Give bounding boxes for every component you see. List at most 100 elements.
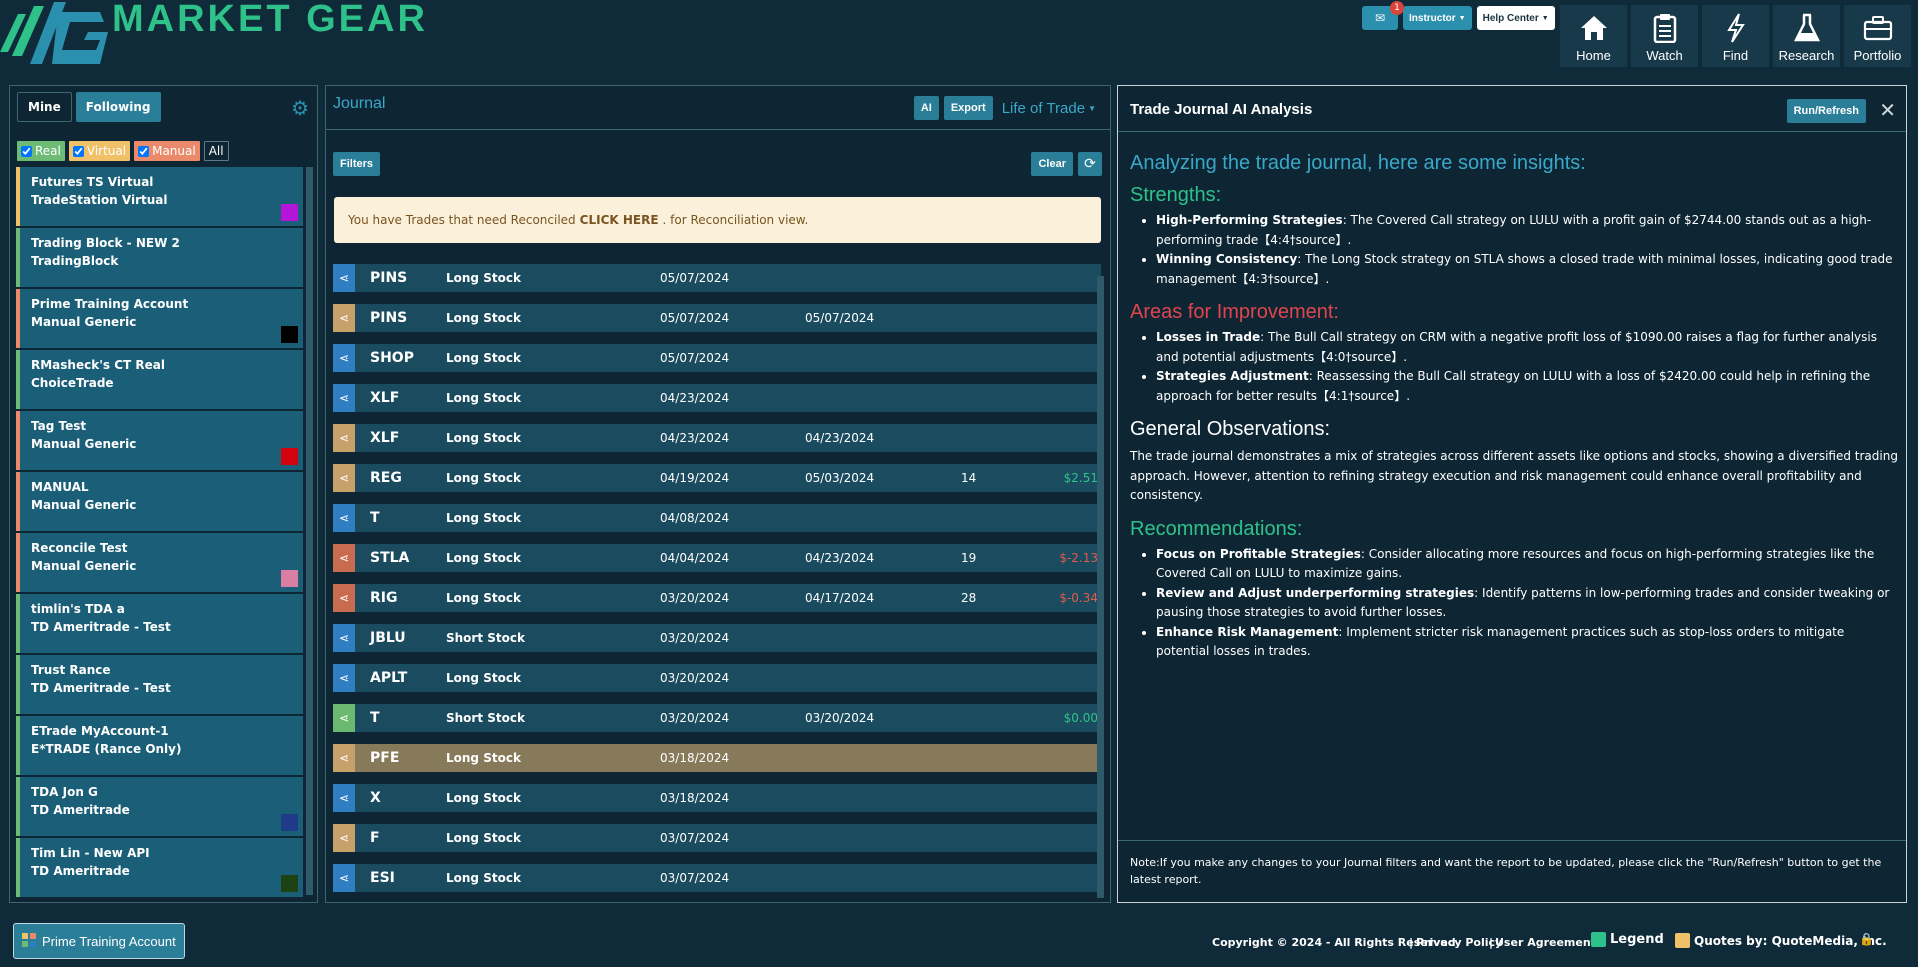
filter-manual[interactable]: Manual (134, 141, 200, 161)
filters-button[interactable]: Filters (333, 152, 381, 176)
filter-all-button[interactable]: All (203, 141, 229, 161)
current-account-button[interactable]: Prime Training Account (13, 923, 185, 959)
export-button[interactable]: Export (943, 96, 993, 120)
gear-icon[interactable]: ⚙ (291, 96, 309, 120)
trade-row[interactable]: ⋖ RIG Long Stock 03/20/2024 04/17/2024 28 $-0.… (333, 584, 1101, 612)
nav-portfolio[interactable]: Portfolio (1844, 5, 1911, 67)
share-icon[interactable]: ⋖ (333, 544, 355, 572)
trade-row[interactable]: ⋖ T Short Stock 03/20/2024 03/20/2024 $0.00 (333, 704, 1101, 732)
share-icon[interactable]: ⋖ (333, 424, 355, 452)
account-item[interactable]: Trading Block - NEW 2 TradingBlock (16, 228, 303, 287)
legend-button[interactable]: Legend (1591, 932, 1664, 947)
filter-real[interactable]: Real (17, 141, 65, 161)
refresh-icon[interactable]: ⟳ (1078, 152, 1102, 176)
trade-row[interactable]: ⋖ APLT Long Stock 03/20/2024 (333, 664, 1101, 692)
account-broker: TD Ameritrade (31, 864, 130, 878)
ai-bullet-title: Winning Consistency (1156, 252, 1298, 266)
account-item[interactable]: RMasheck's CT Real ChoiceTrade (16, 350, 303, 409)
view-dropdown-label: Life of Trade (1001, 99, 1086, 117)
nav-watch[interactable]: Watch (1631, 5, 1698, 67)
briefcase-icon (1863, 12, 1893, 44)
trade-row[interactable]: ⋖ PINS Long Stock 05/07/2024 05/07/2024 (333, 304, 1101, 332)
reconcile-link[interactable]: CLICK HERE (580, 213, 659, 227)
trade-row[interactable]: ⋖ T Long Stock 04/08/2024 (333, 504, 1101, 532)
journal-panel: Journal AI Export Life of Trade ▼ Filter… (325, 85, 1111, 903)
share-icon[interactable]: ⋖ (333, 784, 355, 812)
filter-virtual[interactable]: Virtual (68, 141, 131, 161)
clear-button[interactable]: Clear (1031, 152, 1073, 176)
tab-mine[interactable]: Mine (17, 92, 72, 122)
filter-manual-checkbox[interactable] (138, 145, 150, 157)
instructor-dropdown[interactable]: Instructor ▼ (1403, 6, 1472, 30)
help-center-label: Help Center (1482, 12, 1539, 24)
user-agreement-link[interactable]: User Agreement (1495, 936, 1596, 949)
trade-row[interactable]: ⋖ ESI Long Stock 03/07/2024 (333, 864, 1101, 892)
journal-title: Journal (333, 95, 386, 112)
trade-row[interactable]: ⋖ PFE Long Stock 03/18/2024 (333, 744, 1101, 772)
trade-row[interactable]: ⋖ REG Long Stock 04/19/2024 05/03/2024 14 $2.5… (333, 464, 1101, 492)
trade-row[interactable]: ⋖ X Long Stock 03/18/2024 (333, 784, 1101, 812)
nav-watch-label: Watch (1646, 48, 1683, 63)
share-icon[interactable]: ⋖ (333, 864, 355, 892)
share-icon[interactable]: ⋖ (333, 664, 355, 692)
divider (1118, 131, 1906, 132)
recommendations-list: Focus on Profitable Strategies: Consider… (1156, 545, 1898, 662)
ai-bullet: Focus on Profitable Strategies: Consider… (1156, 545, 1898, 584)
messages-button[interactable]: ✉ 1 (1362, 1, 1404, 30)
account-item[interactable]: Prime Training Account Manual Generic (16, 289, 303, 348)
trade-strategy: Long Stock (446, 471, 521, 485)
account-item[interactable]: TDA Jon G TD Ameritrade (16, 777, 303, 836)
ai-bullet-title: High-Performing Strategies (1156, 213, 1343, 227)
ai-button[interactable]: AI (913, 96, 939, 120)
nav-research[interactable]: Research (1773, 5, 1840, 67)
filter-virtual-checkbox[interactable] (72, 145, 84, 157)
trade-row[interactable]: ⋖ JBLU Short Stock 03/20/2024 (333, 624, 1101, 652)
ai-bullet: High-Performing Strategies: The Covered … (1156, 211, 1898, 250)
account-item[interactable]: timlin's TDA a TD Ameritrade - Test (16, 594, 303, 653)
view-dropdown[interactable]: Life of Trade ▼ (1002, 100, 1096, 117)
run-refresh-button[interactable]: Run/Refresh (1786, 99, 1866, 123)
flask-icon (1793, 12, 1820, 44)
account-item[interactable]: Trust Rance TD Ameritrade - Test (16, 655, 303, 714)
trade-row[interactable]: ⋖ STLA Long Stock 04/04/2024 04/23/2024 19 $-2… (333, 544, 1101, 572)
share-icon[interactable]: ⋖ (333, 824, 355, 852)
account-item[interactable]: Tag Test Manual Generic (16, 411, 303, 470)
tab-following[interactable]: Following (75, 92, 161, 122)
share-icon[interactable]: ⋖ (333, 584, 355, 612)
trade-row[interactable]: ⋖ F Long Stock 03/07/2024 (333, 824, 1101, 852)
market-gear-logo[interactable]: MARKET GEAR (0, 0, 425, 68)
close-icon[interactable]: ✕ (1879, 98, 1896, 122)
trade-row[interactable]: ⋖ PINS Long Stock 05/07/2024 (333, 264, 1101, 292)
share-icon[interactable]: ⋖ (333, 704, 355, 732)
account-type-filters: Real Virtual Manual All (17, 141, 229, 161)
lock-icon[interactable]: 🔒 (1859, 932, 1874, 946)
trade-row[interactable]: ⋖ SHOP Long Stock 05/07/2024 (333, 344, 1101, 372)
share-icon[interactable]: ⋖ (333, 464, 355, 492)
trade-row[interactable]: ⋖ XLF Long Stock 04/23/2024 (333, 384, 1101, 412)
share-icon[interactable]: ⋖ (333, 344, 355, 372)
share-icon[interactable]: ⋖ (333, 304, 355, 332)
top-bar: MARKET GEAR ✉ 1 Instructor ▼ Help Center… (0, 0, 1918, 70)
separator: | (1409, 936, 1414, 949)
trade-row[interactable]: ⋖ XLF Long Stock 04/23/2024 04/23/2024 (333, 424, 1101, 452)
share-icon[interactable]: ⋖ (333, 624, 355, 652)
account-item[interactable]: ETrade MyAccount-1 E*TRADE (Rance Only) (16, 716, 303, 775)
help-center-dropdown[interactable]: Help Center ▼ (1476, 6, 1555, 30)
share-icon[interactable]: ⋖ (333, 504, 355, 532)
account-item[interactable]: Tim Lin - New API TD Ameritrade (16, 838, 303, 897)
account-broker: TD Ameritrade - Test (31, 681, 171, 695)
nav-home[interactable]: Home (1560, 5, 1627, 67)
filter-real-checkbox[interactable] (21, 145, 32, 157)
account-item[interactable]: MANUAL Manual Generic (16, 472, 303, 531)
share-icon[interactable]: ⋖ (333, 384, 355, 412)
account-item[interactable]: Futures TS Virtual TradeStation Virtual (16, 167, 303, 226)
share-icon[interactable]: ⋖ (333, 264, 355, 292)
share-icon[interactable]: ⋖ (333, 744, 355, 772)
nav-find[interactable]: Find (1702, 5, 1769, 67)
trade-strategy: Long Stock (446, 311, 521, 325)
account-list-scrollbar[interactable] (306, 167, 313, 895)
trade-list-scrollbar[interactable] (1097, 276, 1104, 898)
quotemedia-icon (1675, 933, 1690, 948)
reconcile-alert: You have Trades that need Reconciled CLI… (334, 197, 1101, 243)
account-item[interactable]: Reconcile Test Manual Generic (16, 533, 303, 592)
